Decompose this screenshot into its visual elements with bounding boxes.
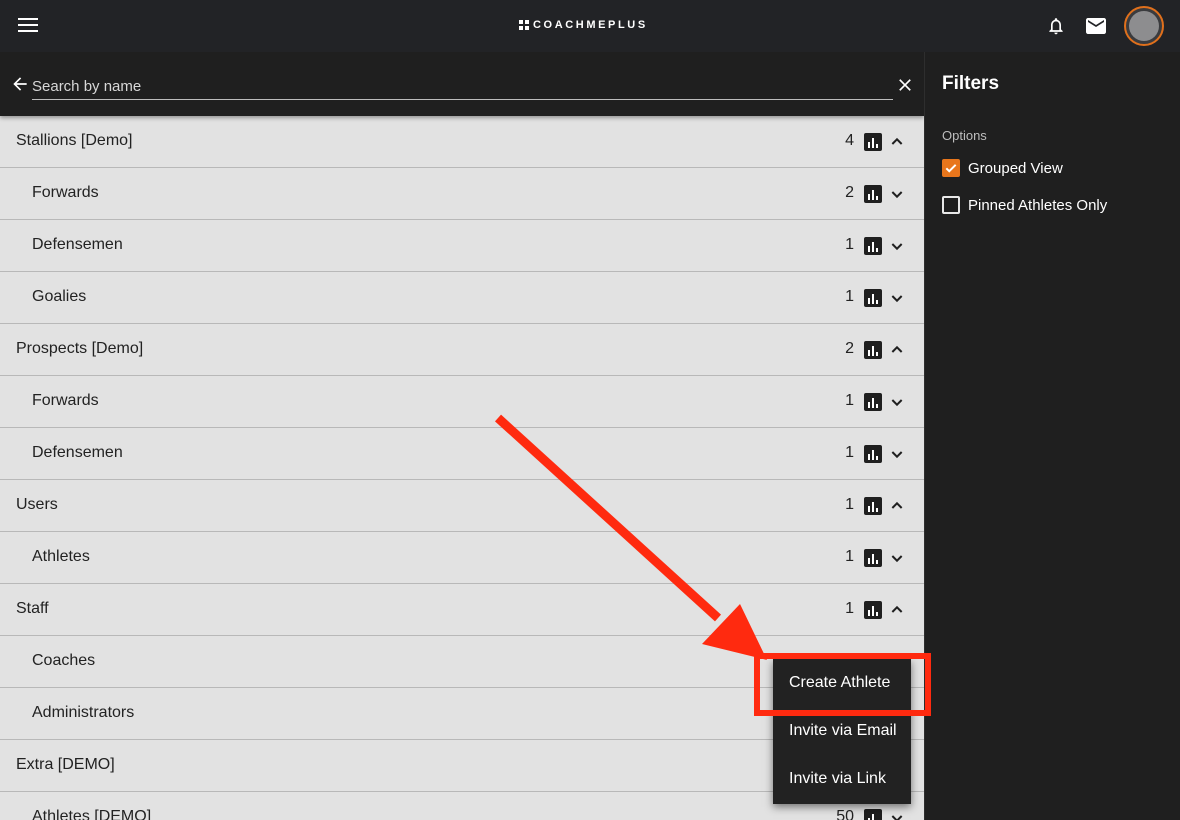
bar-chart-icon[interactable] <box>864 237 882 255</box>
grouped-view-label: Grouped View <box>968 159 1063 177</box>
group-row[interactable]: Defensemen 1 <box>0 220 924 272</box>
menu-item-invite-email[interactable]: Invite via Email <box>773 707 911 755</box>
group-label: Administrators <box>32 704 135 721</box>
group-label: Athletes <box>32 548 90 565</box>
filters-panel: Filters Options Grouped View Pinned Athl… <box>924 52 1180 820</box>
chevron-up-icon[interactable] <box>889 342 905 358</box>
search-bar <box>0 52 924 116</box>
group-label: Extra [DEMO] <box>16 756 115 773</box>
group-label: Goalies <box>32 288 87 305</box>
coachmeplus-logo: COACHMEPLUS <box>519 18 648 32</box>
group-count: 1 <box>845 600 854 617</box>
bar-chart-icon[interactable] <box>864 289 882 307</box>
add-member-menu: Create Athlete Invite via Email Invite v… <box>773 659 911 804</box>
chevron-up-icon[interactable] <box>889 602 905 618</box>
menu-item-create-athlete[interactable]: Create Athlete <box>773 659 911 707</box>
avatar-image <box>1129 11 1159 41</box>
arrow-left-icon[interactable] <box>10 74 30 94</box>
bar-chart-icon[interactable] <box>864 601 882 619</box>
chevron-down-icon[interactable] <box>889 550 905 566</box>
group-count: 1 <box>845 496 854 513</box>
bell-icon[interactable] <box>1046 16 1066 36</box>
bar-chart-icon[interactable] <box>864 445 882 463</box>
chevron-down-icon[interactable] <box>889 810 905 820</box>
group-label: Users <box>16 496 58 513</box>
chevron-down-icon[interactable] <box>889 290 905 306</box>
group-label: Staff <box>16 600 49 617</box>
checkbox-unchecked-icon <box>942 196 960 214</box>
group-count: 1 <box>845 288 854 305</box>
search-input[interactable] <box>32 74 893 100</box>
bar-chart-icon[interactable] <box>864 393 882 411</box>
group-row[interactable]: Goalies 1 <box>0 272 924 324</box>
group-label: Stallions [Demo] <box>16 132 133 149</box>
group-count: 50 <box>836 808 854 820</box>
group-row[interactable]: Forwards 2 <box>0 168 924 220</box>
pinned-athletes-label: Pinned Athletes Only <box>968 196 1108 214</box>
chevron-down-icon[interactable] <box>889 186 905 202</box>
pinned-athletes-checkbox[interactable]: Pinned Athletes Only <box>942 195 1107 215</box>
options-label: Options <box>942 128 987 143</box>
group-row[interactable]: Prospects [Demo] 2 <box>0 324 924 376</box>
group-row[interactable]: Users 1 <box>0 480 924 532</box>
chevron-up-icon[interactable] <box>889 134 905 150</box>
group-label: Athletes [DEMO] <box>32 808 152 820</box>
group-row[interactable]: Staff 1 <box>0 584 924 636</box>
group-count: 1 <box>845 236 854 253</box>
group-label: Defensemen <box>32 236 123 253</box>
group-label: Coaches <box>32 652 96 669</box>
group-label: Forwards <box>32 392 99 409</box>
bar-chart-icon[interactable] <box>864 341 882 359</box>
group-count: 2 <box>845 340 854 357</box>
logo-mark-icon <box>519 20 529 30</box>
chevron-up-icon[interactable] <box>889 498 905 514</box>
group-row[interactable]: Defensemen 1 <box>0 428 924 480</box>
chevron-down-icon[interactable] <box>889 238 905 254</box>
bar-chart-icon[interactable] <box>864 549 882 567</box>
menu-item-invite-link[interactable]: Invite via Link <box>773 755 911 803</box>
top-app-bar: COACHMEPLUS <box>0 0 1180 52</box>
chevron-down-icon[interactable] <box>889 394 905 410</box>
group-count: 2 <box>845 184 854 201</box>
mail-icon[interactable] <box>1086 18 1106 34</box>
logo-text: COACHMEPLUS <box>533 19 648 31</box>
bar-chart-icon[interactable] <box>864 497 882 515</box>
chevron-down-icon[interactable] <box>889 446 905 462</box>
group-row[interactable]: Forwards 1 <box>0 376 924 428</box>
group-count: 1 <box>845 392 854 409</box>
filters-title: Filters <box>942 73 1000 94</box>
group-count: 4 <box>845 132 854 149</box>
bar-chart-icon[interactable] <box>864 809 882 820</box>
group-count: 1 <box>845 548 854 565</box>
bar-chart-icon[interactable] <box>864 185 882 203</box>
close-icon[interactable] <box>895 75 915 95</box>
group-count: 1 <box>845 444 854 461</box>
checkbox-checked-icon <box>942 159 960 177</box>
group-label: Forwards <box>32 184 99 201</box>
bar-chart-icon[interactable] <box>864 133 882 151</box>
group-row[interactable]: Athletes 1 <box>0 532 924 584</box>
menu-icon[interactable] <box>18 18 38 34</box>
group-label: Prospects [Demo] <box>16 340 144 357</box>
avatar[interactable] <box>1124 6 1164 46</box>
grouped-view-checkbox[interactable]: Grouped View <box>942 158 1063 178</box>
group-label: Defensemen <box>32 444 123 461</box>
group-row[interactable]: Stallions [Demo] 4 <box>0 116 924 168</box>
